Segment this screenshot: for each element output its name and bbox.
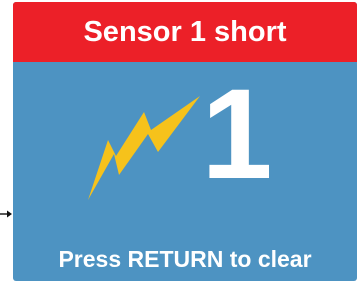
sensor-number: 1: [201, 63, 273, 206]
pointer-arrow-icon: [0, 210, 12, 218]
alert-title: Sensor 1 short: [13, 2, 357, 62]
alert-screen: Sensor 1 short 1 Press RETURN to clear: [13, 2, 357, 281]
lightning-bolt-icon: [88, 96, 200, 200]
clear-instruction: Press RETURN to clear: [58, 245, 312, 272]
